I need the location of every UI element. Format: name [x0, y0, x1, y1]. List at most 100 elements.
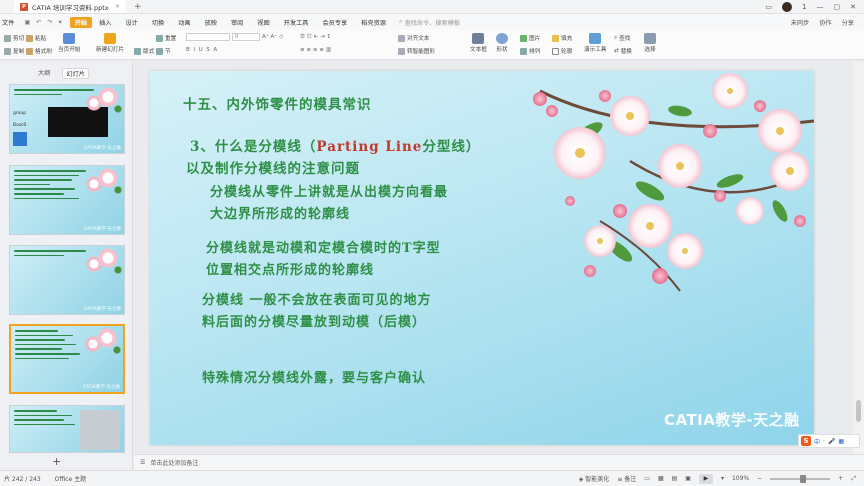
find-button[interactable]: ⌕ 查找 — [614, 34, 630, 43]
ime-punct[interactable]: · — [823, 438, 825, 445]
layout-icon[interactable]: ▭ — [765, 3, 772, 11]
section-button[interactable]: 节 — [156, 47, 171, 55]
presentation-tools-button[interactable]: 演示工具 — [584, 33, 606, 53]
notes-toggle[interactable]: ≡ 备注 — [617, 474, 636, 483]
presentation-tools-icon — [589, 33, 602, 44]
menu-insert[interactable]: 插入 — [92, 18, 118, 27]
start-slideshow-button[interactable]: 当页开始 — [58, 33, 80, 53]
slide-thumbnail[interactable]: CATIA教学-天之融 — [9, 165, 125, 235]
comment-icon[interactable]: ▭ — [644, 475, 650, 482]
close-window-button[interactable]: ✕ — [850, 3, 856, 11]
fit-window-icon[interactable]: ⤢ — [851, 475, 856, 483]
picture-button[interactable]: 图片 — [520, 34, 540, 42]
outline-button[interactable]: 轮廓 — [552, 47, 572, 55]
menu-animation[interactable]: 动画 — [171, 18, 197, 27]
close-tab-icon[interactable]: ✕ — [115, 3, 120, 10]
slide-paragraph-2b: 位置相交点所形成的轮廓线 — [206, 263, 375, 278]
font-grow-icon[interactable]: A⁺ A⁻ ◇ — [262, 34, 283, 40]
menu-developer[interactable]: 开发工具 — [277, 18, 316, 27]
menu-file[interactable]: 文件 — [0, 18, 21, 27]
picture-icon — [520, 34, 527, 42]
text-box-button[interactable]: 文本框 — [470, 33, 487, 53]
normal-view-icon[interactable]: ▦ — [658, 475, 664, 482]
menu-member[interactable]: 会员专享 — [315, 18, 354, 27]
beautify-button[interactable]: ◈ 智能美化 — [579, 474, 610, 483]
microphone-icon[interactable]: 🎤 — [828, 438, 835, 445]
notes-icon: ☰ — [140, 459, 146, 466]
fill-button[interactable]: 填充 — [552, 34, 572, 42]
avatar[interactable] — [782, 1, 793, 12]
tab-slides[interactable]: 幻灯片 — [62, 68, 89, 79]
menu-design[interactable]: 设计 — [118, 18, 144, 27]
shape-button[interactable]: 形状 — [496, 33, 508, 53]
align-icons[interactable]: ≡ ≡ ≡ ≡ ▥ — [300, 47, 331, 53]
arrange-button[interactable]: 排列 — [520, 47, 540, 55]
play-slideshow-button[interactable]: ▶ — [698, 473, 713, 484]
menu-view[interactable]: 视图 — [250, 18, 276, 27]
redo-icon[interactable]: ↷ — [47, 19, 52, 26]
menu-slideshow[interactable]: 放映 — [198, 18, 224, 27]
slide-paragraph-3a: 分模线 一般不会放在表面可见的地方 — [202, 293, 432, 308]
new-slide-button[interactable]: 新建幻灯片 — [96, 33, 124, 53]
keyboard-icon[interactable]: ▦ — [838, 438, 844, 445]
maximize-button[interactable]: ▢ — [834, 3, 841, 11]
reset-icon — [156, 34, 163, 42]
cut-button[interactable]: 剪切 — [4, 34, 24, 42]
scrollbar-thumb[interactable] — [856, 400, 861, 422]
format-painter-button[interactable]: 格式刷 — [26, 47, 52, 55]
undo-icon[interactable]: ↶ — [36, 19, 41, 26]
zoom-in-button[interactable]: + — [838, 475, 843, 482]
save-icon[interactable]: ▣ — [24, 19, 30, 26]
slide-thumbnail[interactable]: CATIA教学-天之融 — [9, 245, 125, 315]
zoom-slider-knob[interactable] — [799, 474, 806, 483]
reading-view-icon[interactable]: ▣ — [685, 475, 691, 482]
font-name-select[interactable] — [186, 33, 230, 41]
play-dropdown-icon[interactable]: ▾ — [721, 475, 724, 482]
share-button[interactable]: 分享 — [842, 18, 854, 27]
align-text-button[interactable]: 对齐文本 — [398, 34, 429, 42]
sorter-view-icon[interactable]: ▤ — [672, 475, 678, 482]
font-style-buttons[interactable]: B I U S A — [186, 47, 217, 53]
reset-button[interactable]: 重置 — [156, 34, 176, 42]
zoom-out-button[interactable]: − — [757, 475, 762, 482]
list-icons[interactable]: ☰ ☷ ⇤ ⇥ ↕ — [300, 34, 331, 40]
slide-paragraph-2a: 分模线就是动模和定模合模时的T字型 — [206, 241, 441, 256]
document-tab[interactable]: P CATIA 培训学习资料.pptx ✕ — [14, 0, 126, 13]
ime-mode[interactable]: 中 — [814, 437, 820, 446]
convert-smartart-button[interactable]: 转智能图形 — [398, 47, 435, 55]
menu-review[interactable]: 审阅 — [224, 18, 250, 27]
menu-home[interactable]: 开始 — [69, 16, 93, 28]
sync-status[interactable]: 未同步 — [791, 18, 810, 27]
layout-button[interactable]: 版式 — [134, 47, 154, 55]
flower-image — [84, 85, 124, 115]
tab-outline[interactable]: 大纲 — [38, 68, 50, 79]
layout-grid-icon — [134, 47, 141, 55]
shape-icon — [496, 33, 508, 44]
slide-thumbnail[interactable]: group Boss0 CATIA教学-天之融 — [9, 84, 125, 154]
ribbon-toolbar: 剪切 复制 粘贴 格式刷 当页开始 新建幻灯片 版式 节 重置 0 B I U … — [0, 30, 864, 60]
paste-button[interactable]: 粘贴 — [26, 34, 46, 42]
slide-thumbnail[interactable] — [9, 405, 125, 453]
menu-transition[interactable]: 切换 — [145, 18, 171, 27]
ime-toolbar[interactable]: S 中 · 🎤 ▦ — [798, 434, 860, 448]
menu-resources[interactable]: 稻壳资源 — [354, 18, 393, 27]
font-size-select[interactable]: 0 — [232, 33, 260, 41]
vertical-scrollbar[interactable] — [853, 62, 864, 454]
slide[interactable]: 十五、内外饰零件的模具常识 3、什么是分模线（Parting Line分型线） … — [150, 71, 814, 445]
slide-panel: 大纲 幻灯片 group Boss0 CATIA教学-天之融 CATIA教学-天… — [0, 62, 133, 470]
replace-button[interactable]: ⇄ 替换 — [614, 47, 632, 55]
copy-button[interactable]: 复制 — [4, 47, 24, 55]
notes-bar[interactable]: ☰ 单击此处添加备注 — [134, 454, 864, 470]
command-search[interactable]: ⌕ 查找命令、搜索模板 — [393, 18, 460, 27]
add-slide-button[interactable]: + — [52, 455, 61, 468]
collaborate-button[interactable]: 协作 — [819, 18, 831, 27]
arrange-icon — [520, 47, 527, 55]
search-icon: ⌕ — [398, 18, 403, 25]
minimize-button[interactable]: — — [817, 3, 824, 11]
zoom-level[interactable]: 109% — [732, 475, 749, 482]
zoom-slider[interactable] — [770, 474, 831, 483]
select-button[interactable]: 选择 — [644, 33, 656, 53]
slide-thumbnail-selected[interactable]: CATIA教学-天之融 — [9, 324, 125, 394]
dropdown-icon[interactable]: ▾ — [59, 19, 62, 26]
new-tab-button[interactable]: + — [134, 2, 142, 12]
